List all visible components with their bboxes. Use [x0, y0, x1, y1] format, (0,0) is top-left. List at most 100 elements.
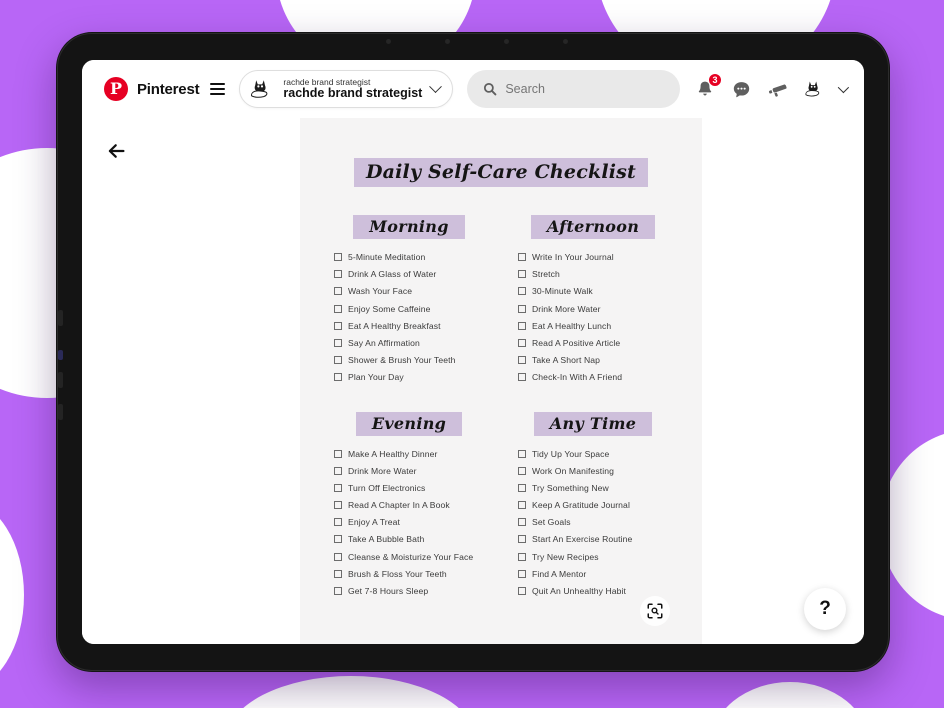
checkbox-icon[interactable] — [334, 483, 342, 492]
checkbox-icon[interactable] — [518, 466, 526, 475]
checkbox-icon[interactable] — [334, 253, 342, 261]
checkbox-icon[interactable] — [334, 321, 342, 330]
checklist-item[interactable]: Read A Chapter In A Book — [334, 500, 492, 510]
checklist-section-any-time: Any Time Tidy Up Your Space Work On Mani… — [510, 411, 676, 604]
checklist-item[interactable]: Stretch — [518, 269, 676, 279]
search-input[interactable]: Search — [467, 70, 680, 108]
brand-name-label: Pinterest — [137, 80, 200, 98]
checkbox-icon[interactable] — [518, 552, 526, 561]
checklist-item[interactable]: Work On Manifesting — [518, 466, 676, 476]
checklist-item[interactable]: Say An Affirmation — [334, 338, 492, 348]
visual-search-lens-icon[interactable] — [640, 596, 670, 626]
checklist-item[interactable]: Shower & Brush Your Teeth — [334, 355, 492, 365]
checklist-item[interactable]: Write In Your Journal — [518, 252, 676, 262]
checkbox-icon[interactable] — [518, 449, 526, 458]
help-button[interactable]: ? — [804, 588, 846, 630]
checklist-item[interactable]: Turn Off Electronics — [334, 483, 492, 493]
checkbox-icon[interactable] — [518, 356, 526, 365]
account-display-name: rachde brand strategist — [283, 85, 423, 100]
checkbox-icon[interactable] — [334, 501, 342, 510]
checkbox-icon[interactable] — [518, 483, 526, 492]
checklist-item[interactable]: 5-Minute Meditation — [334, 252, 492, 262]
checklist-item[interactable]: Wash Your Face — [334, 286, 492, 296]
checklist-item-label: Read A Chapter In A Book — [348, 500, 450, 511]
checkbox-icon[interactable] — [334, 535, 342, 544]
back-arrow-icon[interactable] — [104, 138, 130, 164]
checkbox-icon[interactable] — [518, 501, 526, 510]
tablet-hardware-button[interactable] — [58, 404, 63, 420]
checkbox-icon[interactable] — [334, 449, 342, 458]
tablet-hardware-button[interactable] — [58, 310, 63, 326]
account-switcher[interactable]: rachde brand strategist rachde brand str… — [239, 70, 454, 108]
checklist-item[interactable]: Try Something New — [518, 483, 676, 493]
checklist-item[interactable]: Quit An Unhealthy Habit — [518, 586, 676, 596]
chevron-down-icon[interactable] — [429, 79, 443, 93]
checkbox-icon[interactable] — [334, 304, 342, 313]
checklist-item[interactable]: Make A Healthy Dinner — [334, 449, 492, 459]
checklist-item[interactable]: Drink More Water — [518, 304, 676, 314]
checklist-item[interactable]: Find A Mentor — [518, 569, 676, 579]
checklist-item[interactable]: Enjoy Some Caffeine — [334, 304, 492, 314]
checklist-item[interactable]: Take A Bubble Bath — [334, 534, 492, 544]
checkbox-icon[interactable] — [518, 253, 526, 261]
pin-image[interactable]: Daily Self-Care Checklist Morning 5-Minu… — [300, 118, 702, 644]
checklist-item[interactable]: Drink A Glass of Water — [334, 269, 492, 279]
pinterest-home-link[interactable]: P Pinterest — [104, 77, 226, 101]
section-header: Afternoon — [510, 215, 676, 239]
checklist-section-morning: Morning 5-Minute Meditation Drink A Glas… — [326, 215, 492, 390]
checkbox-icon[interactable] — [334, 569, 342, 578]
checkbox-icon[interactable] — [518, 569, 526, 578]
checkbox-icon[interactable] — [334, 338, 342, 347]
checklist-item[interactable]: Cleanse & Moisturize Your Face — [334, 552, 492, 562]
checklist-item[interactable]: 30-Minute Walk — [518, 286, 676, 296]
checkbox-icon[interactable] — [334, 356, 342, 365]
tablet-screen: P Pinterest rachde brand strategist rach… — [82, 60, 864, 644]
checkbox-icon[interactable] — [518, 373, 526, 382]
checklist-item[interactable]: Start An Exercise Routine — [518, 534, 676, 544]
checklist-item-label: Make A Healthy Dinner — [348, 448, 438, 459]
checkbox-icon[interactable] — [518, 287, 526, 296]
pinterest-logo-icon[interactable]: P — [104, 77, 128, 101]
checkbox-icon[interactable] — [334, 466, 342, 475]
checklist-item[interactable]: Eat A Healthy Breakfast — [334, 321, 492, 331]
checkbox-icon[interactable] — [334, 518, 342, 527]
help-button-label: ? — [819, 598, 831, 619]
notifications-bell-icon[interactable]: 3 — [694, 73, 722, 100]
checklist-item[interactable]: Enjoy A Treat — [334, 517, 492, 527]
profile-avatar[interactable] — [802, 78, 824, 100]
checklist-item[interactable]: Set Goals — [518, 517, 676, 527]
checkbox-icon[interactable] — [518, 304, 526, 313]
checklist-item[interactable]: Brush & Floss Your Teeth — [334, 569, 492, 579]
checklist-row-top: Morning 5-Minute Meditation Drink A Glas… — [326, 215, 676, 390]
checkbox-icon[interactable] — [518, 535, 526, 544]
checklist-item-label: Enjoy A Treat — [348, 517, 400, 528]
checklist-item[interactable]: Get 7-8 Hours Sleep — [334, 586, 492, 596]
checkbox-icon[interactable] — [334, 587, 342, 595]
checklist-item[interactable]: Tidy Up Your Space — [518, 449, 676, 459]
checkbox-icon[interactable] — [518, 270, 526, 279]
account-menu-chevron-down-icon[interactable] — [837, 81, 850, 94]
checkbox-icon[interactable] — [518, 587, 526, 595]
checkbox-icon[interactable] — [334, 287, 342, 296]
checklist-item[interactable]: Check-In With A Friend — [518, 372, 676, 382]
checkbox-icon[interactable] — [518, 518, 526, 527]
checkbox-icon[interactable] — [334, 373, 342, 382]
checklist-item[interactable]: Take A Short Nap — [518, 355, 676, 365]
checklist-item[interactable]: Read A Positive Article — [518, 338, 676, 348]
checklist-item[interactable]: Try New Recipes — [518, 552, 676, 562]
checkbox-icon[interactable] — [518, 338, 526, 347]
announcement-megaphone-icon[interactable] — [766, 78, 788, 100]
tablet-hardware-button[interactable] — [58, 372, 63, 388]
checklist-item[interactable]: Keep A Gratitude Journal — [518, 500, 676, 510]
checklist-item-label: Read A Positive Article — [532, 337, 621, 348]
section-title: Any Time — [533, 411, 653, 436]
checklist-item[interactable]: Plan Your Day — [334, 372, 492, 382]
checklist-item[interactable]: Drink More Water — [334, 466, 492, 476]
checkbox-icon[interactable] — [334, 270, 342, 279]
checklist-item[interactable]: Eat A Healthy Lunch — [518, 321, 676, 331]
hamburger-menu-icon[interactable] — [210, 83, 226, 95]
checkbox-icon[interactable] — [334, 552, 342, 561]
checklist-item-label: Eat A Healthy Breakfast — [348, 320, 441, 331]
checkbox-icon[interactable] — [518, 321, 526, 330]
messages-chat-icon[interactable] — [730, 78, 752, 100]
